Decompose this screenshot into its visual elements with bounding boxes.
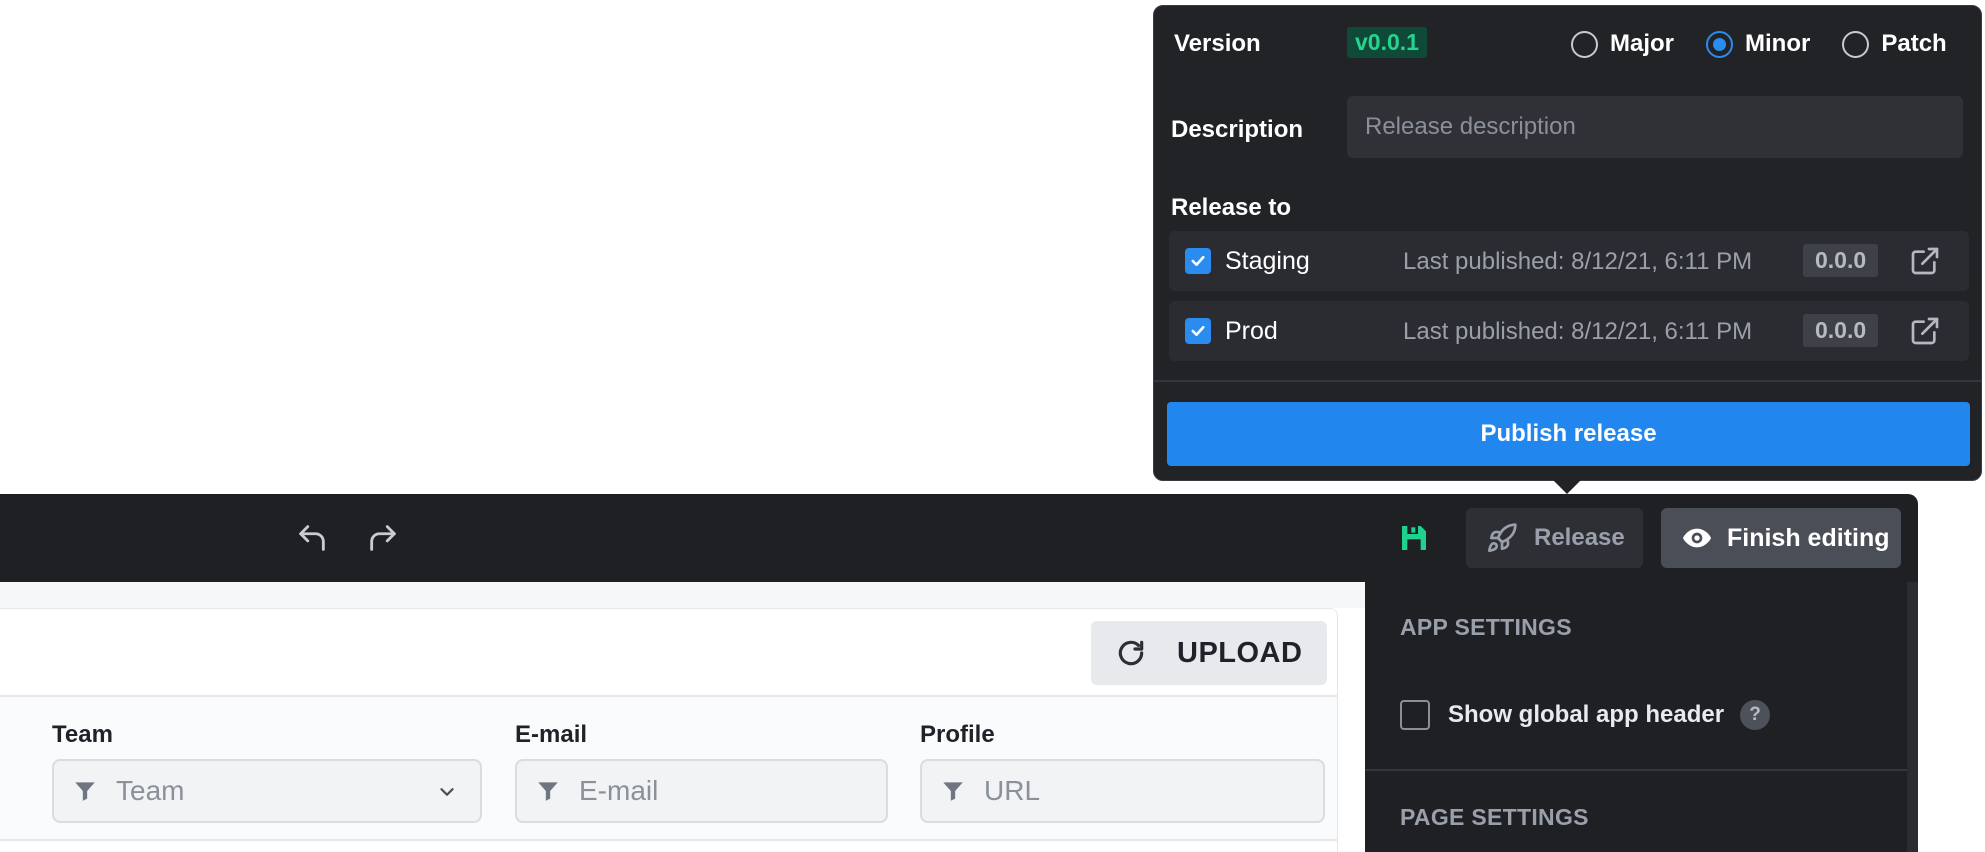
email-filter-input[interactable]: E-mail — [515, 759, 888, 823]
editor-toolbar: Release Finish editing — [0, 494, 1918, 582]
check-icon — [1191, 255, 1205, 267]
show-global-header-checkbox[interactable] — [1400, 700, 1430, 730]
prod-checkbox[interactable] — [1185, 318, 1211, 344]
eye-icon — [1683, 528, 1711, 548]
table-panel: UPLOAD Team Team E-mail E-mail Profile U… — [0, 608, 1338, 852]
filter-label-email: E-mail — [515, 721, 588, 748]
team-filter-select[interactable]: Team — [52, 759, 482, 823]
rocket-icon — [1488, 523, 1517, 552]
publish-release-label: Publish release — [1480, 420, 1657, 447]
help-glyph: ? — [1749, 704, 1761, 725]
version-badge: v0.0.1 — [1347, 27, 1427, 58]
redo-button[interactable] — [361, 516, 405, 560]
show-global-header-row: Show global app header ? — [1400, 700, 1771, 730]
prod-version-badge: 0.0.0 — [1803, 314, 1879, 347]
version-bump-radio-group: Major Minor Patch — [1571, 30, 1947, 58]
radio-minor-label: Minor — [1745, 30, 1811, 57]
check-icon — [1191, 325, 1205, 337]
save-icon — [1402, 526, 1426, 550]
external-link-icon[interactable] — [1909, 315, 1941, 347]
staging-checkbox[interactable] — [1185, 248, 1211, 274]
finish-editing-button[interactable]: Finish editing — [1661, 508, 1901, 568]
external-link-icon[interactable] — [1909, 245, 1941, 277]
redo-icon — [370, 525, 396, 551]
filter-icon — [538, 782, 558, 801]
radio-minor-circle[interactable] — [1706, 30, 1734, 58]
show-global-header-label: Show global app header — [1448, 701, 1725, 728]
undo-icon — [299, 525, 325, 551]
staging-last-published: Last published: 8/12/21, 6:11 PM — [1403, 248, 1753, 275]
radio-patch[interactable]: Patch — [1842, 30, 1947, 58]
filter-icon — [943, 782, 963, 801]
profile-filter-input[interactable]: URL — [920, 759, 1325, 823]
filter-label-team: Team — [52, 721, 113, 748]
prod-name: Prod — [1225, 317, 1278, 345]
upload-button[interactable]: UPLOAD — [1091, 621, 1327, 685]
profile-filter-placeholder: URL — [984, 775, 1041, 806]
filter-row: Team Team E-mail E-mail Profile URL — [0, 695, 1337, 841]
popover-arrow — [1553, 480, 1581, 494]
help-icon[interactable]: ? — [1740, 700, 1771, 730]
staging-name: Staging — [1225, 247, 1310, 275]
prod-last-published: Last published: 8/12/21, 6:11 PM — [1403, 318, 1753, 345]
email-filter-placeholder: E-mail — [579, 775, 659, 806]
env-row-staging: Staging Last published: 8/12/21, 6:11 PM… — [1169, 231, 1969, 291]
filter-icon — [75, 782, 95, 801]
refresh-icon — [1118, 640, 1144, 666]
content-top-gutter — [0, 582, 1365, 608]
undo-button[interactable] — [290, 516, 334, 560]
page-settings-title: PAGE SETTINGS — [1400, 804, 1589, 830]
description-label: Description — [1171, 116, 1304, 143]
radio-patch-circle[interactable] — [1842, 30, 1870, 58]
finish-editing-label: Finish editing — [1727, 523, 1890, 552]
radio-minor[interactable]: Minor — [1706, 30, 1810, 58]
release-button[interactable]: Release — [1466, 508, 1643, 568]
save-button[interactable] — [1392, 516, 1436, 560]
app-settings-title: APP SETTINGS — [1400, 614, 1572, 640]
release-label: Release — [1534, 524, 1625, 551]
popover-divider — [1154, 380, 1981, 382]
env-row-prod: Prod Last published: 8/12/21, 6:11 PM 0.… — [1169, 301, 1969, 361]
radio-major-label: Major — [1610, 30, 1675, 57]
upload-label: UPLOAD — [1177, 636, 1303, 669]
settings-panel: APP SETTINGS Show global app header ? PA… — [1365, 582, 1907, 852]
release-popover: Version v0.0.1 Major Minor Patch Descrip… — [1153, 5, 1982, 481]
radio-major[interactable]: Major — [1571, 30, 1674, 58]
filter-label-profile: Profile — [920, 721, 995, 748]
chevron-down-icon — [440, 788, 454, 796]
radio-patch-label: Patch — [1881, 30, 1947, 57]
publish-release-button[interactable]: Publish release — [1167, 402, 1970, 466]
team-filter-placeholder: Team — [116, 775, 185, 806]
version-label: Version — [1174, 30, 1261, 57]
radio-major-circle[interactable] — [1571, 30, 1598, 58]
settings-divider — [1365, 769, 1907, 771]
staging-version-badge: 0.0.0 — [1803, 244, 1879, 277]
release-description-input[interactable] — [1347, 96, 1963, 158]
release-to-label: Release to — [1171, 194, 1292, 221]
settings-scrollbar[interactable] — [1907, 582, 1918, 852]
